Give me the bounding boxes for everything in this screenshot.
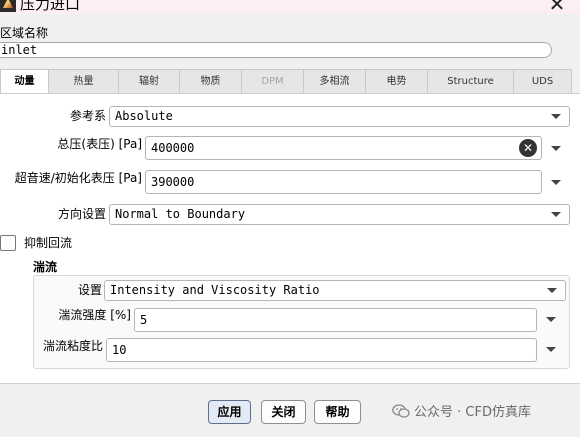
zone-name-label: 区域名称 (0, 26, 49, 40)
supersonic-pressure-input[interactable]: 390000 (145, 170, 542, 194)
viscosity-ratio-label: 湍流粘度比 (42, 339, 103, 353)
watermark-text: 公众号 · CFD仿真库 (414, 405, 531, 420)
reference-frame-select[interactable]: Absolute (109, 106, 570, 127)
direction-spec-chevron-icon (551, 212, 561, 217)
zone-name-input[interactable]: inlet (0, 42, 552, 58)
tab-dpm[interactable]: DPM (241, 69, 303, 93)
tab-uds[interactable]: UDS (513, 69, 572, 93)
supersonic-pressure-dropdown-icon[interactable] (551, 180, 561, 185)
gauge-total-pressure-label: 总压(表压) [Pa] (57, 137, 142, 151)
turbulent-intensity-input[interactable]: 5 (134, 308, 537, 332)
turbulence-spec-chevron-icon (547, 288, 557, 293)
viscosity-ratio-input[interactable]: 10 (106, 338, 537, 362)
help-button[interactable]: 帮助 (314, 400, 361, 424)
tab-species[interactable]: 物质 (179, 69, 241, 93)
turbulent-intensity-label: 湍流强度 [%] (58, 308, 131, 322)
clear-icon[interactable]: ✕ (519, 139, 537, 157)
apply-button[interactable]: 应用 (208, 400, 251, 424)
turbulence-spec-select[interactable]: Intensity and Viscosity Ratio (104, 280, 566, 301)
tab-potential[interactable]: 电势 (365, 69, 427, 93)
direction-spec-label: 方向设置 (57, 207, 106, 221)
gauge-total-pressure-dropdown-icon[interactable] (551, 146, 561, 151)
window-title: 压力进口 (20, 0, 81, 13)
gauge-total-pressure-input[interactable]: 400000 (145, 136, 542, 160)
title-bar (0, 0, 580, 14)
turbulent-intensity-dropdown-icon[interactable] (546, 317, 556, 322)
reference-frame-label: 参考系 (69, 109, 106, 123)
prevent-reverse-flow-checkbox[interactable] (0, 235, 16, 251)
app-logo-icon (0, 0, 16, 12)
close-icon[interactable]: ✕ (546, 0, 568, 14)
tab-thermal[interactable]: 热量 (48, 69, 118, 93)
close-button[interactable]: 关闭 (261, 400, 306, 424)
tab-momentum[interactable]: 动量 (0, 69, 48, 94)
turbulence-title: 湍流 (33, 260, 58, 274)
supersonic-pressure-label: 超音速/初始化表压 [Pa] (14, 171, 142, 185)
wechat-icon (392, 404, 410, 418)
direction-spec-select[interactable]: Normal to Boundary (109, 204, 570, 225)
turbulence-spec-label: 设置 (77, 283, 102, 297)
tab-radiation[interactable]: 辐射 (118, 69, 179, 93)
footer-separator (0, 383, 580, 384)
watermark: 公众号 · CFD仿真库 (392, 402, 531, 424)
viscosity-ratio-dropdown-icon[interactable] (546, 347, 556, 352)
tab-structure[interactable]: Structure (427, 69, 513, 93)
tab-bar: 动量 热量 辐射 物质 DPM 多相流 电势 Structure UDS (0, 69, 580, 94)
chevron-down-icon (551, 114, 561, 119)
prevent-reverse-flow-label: 抑制回流 (24, 236, 73, 250)
tab-multiphase[interactable]: 多相流 (303, 69, 365, 93)
